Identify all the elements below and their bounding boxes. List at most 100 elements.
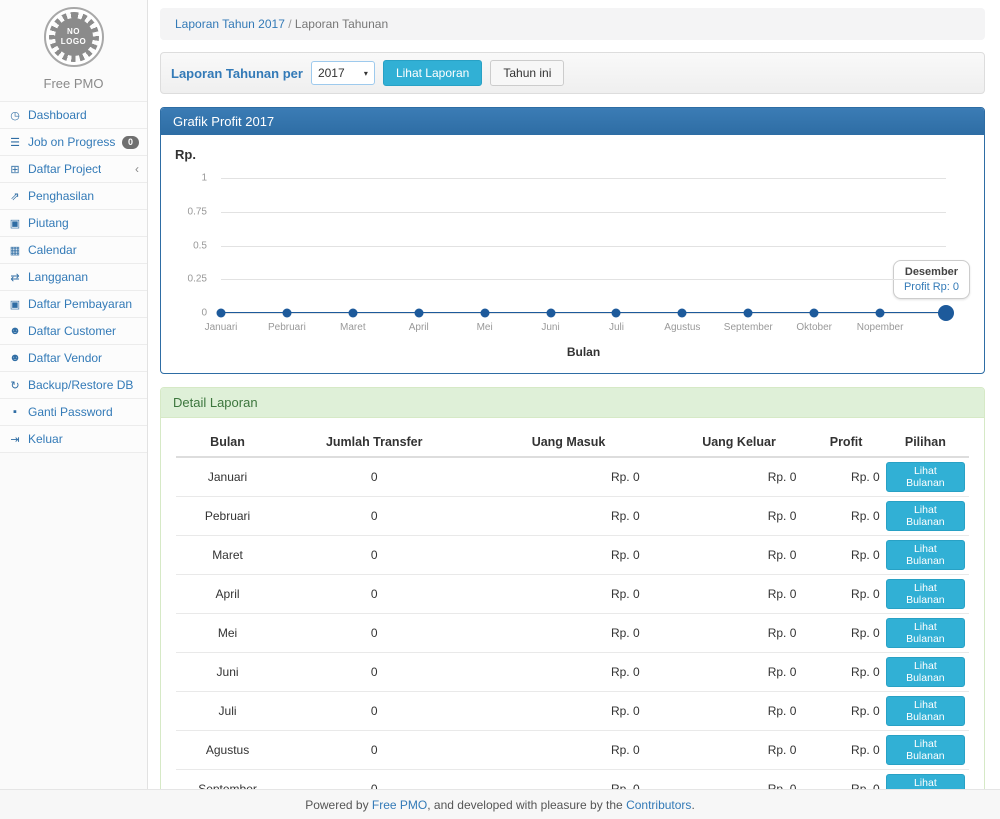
cell-bulan: Agustus — [176, 731, 279, 770]
cell-masuk: Rp. 0 — [469, 692, 667, 731]
sidebar-item-daftar-project[interactable]: ⊞Daftar Project‹ — [0, 155, 147, 182]
profit-chart: Rp. Desember Profit Rp: 0 10.750.50.250 … — [161, 135, 984, 373]
cell-pilihan: Lihat Bulanan — [882, 614, 969, 653]
header-masuk: Uang Masuk — [469, 428, 667, 457]
cell-transfer: 0 — [279, 653, 469, 692]
footer-text-after: . — [691, 798, 694, 812]
data-point-april[interactable] — [414, 309, 423, 318]
lihat-laporan-button[interactable]: Lihat Laporan — [383, 60, 482, 86]
sidebar-item-calendar[interactable]: ▦Calendar — [0, 236, 147, 263]
cell-masuk: Rp. 0 — [469, 575, 667, 614]
sidebar-item-label: Penghasilan — [28, 189, 94, 203]
breadcrumb: Laporan Tahun 2017 / Laporan Tahunan — [160, 8, 985, 40]
cell-profit: Rp. 0 — [810, 731, 881, 770]
data-point-maret[interactable] — [348, 309, 357, 318]
cell-profit: Rp. 0 — [810, 770, 881, 790]
lihat-bulanan-button-april[interactable]: Lihat Bulanan — [886, 579, 965, 609]
table-row-juni: Juni0Rp. 0Rp. 0Rp. 0Lihat Bulanan — [176, 653, 969, 692]
lihat-bulanan-button-agustus[interactable]: Lihat Bulanan — [886, 735, 965, 765]
gridline — [221, 178, 946, 179]
data-point-juli[interactable] — [612, 309, 621, 318]
sidebar-item-piutang[interactable]: ▣Piutang — [0, 209, 147, 236]
cell-masuk: Rp. 0 — [469, 536, 667, 575]
lihat-bulanan-button-juni[interactable]: Lihat Bulanan — [886, 657, 965, 687]
header-transfer: Jumlah Transfer — [279, 428, 469, 457]
data-point-oktober[interactable] — [810, 309, 819, 318]
sidebar-item-daftar-pembayaran[interactable]: ▣Daftar Pembayaran — [0, 290, 147, 317]
data-point-januari[interactable] — [217, 309, 226, 318]
sidebar-item-daftar-customer[interactable]: ☻Daftar Customer — [0, 317, 147, 344]
lihat-bulanan-button-maret[interactable]: Lihat Bulanan — [886, 540, 965, 570]
detail-panel-title: Detail Laporan — [161, 388, 984, 418]
logo-text-line1: NO — [67, 27, 80, 37]
sidebar-item-langganan[interactable]: ⇄Langganan — [0, 263, 147, 290]
data-point-september[interactable] — [744, 309, 753, 318]
cell-profit: Rp. 0 — [810, 614, 881, 653]
cell-profit: Rp. 0 — [810, 457, 881, 497]
cell-masuk: Rp. 0 — [469, 614, 667, 653]
lihat-bulanan-button-juli[interactable]: Lihat Bulanan — [886, 696, 965, 726]
lihat-bulanan-button-mei[interactable]: Lihat Bulanan — [886, 618, 965, 648]
data-point-mei[interactable] — [480, 309, 489, 318]
sidebar-item-keluar[interactable]: ⇥Keluar — [0, 425, 147, 453]
gridline — [221, 279, 946, 280]
cell-bulan: Juli — [176, 692, 279, 731]
cell-transfer: 0 — [279, 536, 469, 575]
data-point-pebruari[interactable] — [282, 309, 291, 318]
line-chart-icon: ⇗ — [8, 190, 22, 203]
breadcrumb-link-laporan-tahun[interactable]: Laporan Tahun 2017 — [175, 17, 285, 31]
chart-panel-title: Grafik Profit 2017 — [161, 108, 984, 135]
no-logo-gear-icon: NO LOGO — [49, 12, 99, 62]
cell-bulan: September — [176, 770, 279, 790]
lihat-bulanan-button-september[interactable]: Lihat Bulanan — [886, 774, 965, 789]
lihat-bulanan-button-januari[interactable]: Lihat Bulanan — [886, 462, 965, 492]
money-icon: ▣ — [8, 217, 22, 230]
sidebar-item-label: Keluar — [28, 432, 63, 446]
dashboard-icon: ◷ — [8, 109, 22, 122]
contributors-link[interactable]: Contributors — [626, 798, 691, 812]
sidebar: NO LOGO Free PMO ◷Dashboard☰Job on Progr… — [0, 0, 148, 789]
table-body: Januari0Rp. 0Rp. 0Rp. 0Lihat BulananPebr… — [176, 457, 969, 789]
lihat-bulanan-button-pebruari[interactable]: Lihat Bulanan — [886, 501, 965, 531]
year-select[interactable]: 2017 ▾ — [311, 61, 375, 85]
y-tick-label: 0 — [201, 308, 207, 319]
cell-bulan: April — [176, 575, 279, 614]
cell-pilihan: Lihat Bulanan — [882, 770, 969, 790]
x-tick-label: Maret — [340, 322, 366, 333]
data-point-desember[interactable] — [938, 305, 954, 321]
cell-pilihan: Lihat Bulanan — [882, 731, 969, 770]
tooltip-value: Profit Rp: 0 — [904, 281, 959, 293]
cell-masuk: Rp. 0 — [469, 770, 667, 790]
x-axis-labels: JanuariPebruariMaretAprilMeiJuniJuliAgus… — [221, 322, 946, 336]
logo-area: NO LOGO Free PMO — [0, 0, 147, 101]
cell-transfer: 0 — [279, 497, 469, 536]
sidebar-item-job-on-progress[interactable]: ☰Job on Progress0 — [0, 128, 147, 155]
sidebar-item-daftar-vendor[interactable]: ☻Daftar Vendor — [0, 344, 147, 371]
sidebar-nav: ◷Dashboard☰Job on Progress0⊞Daftar Proje… — [0, 101, 147, 453]
y-tick-label: 0.5 — [193, 240, 207, 251]
x-tick-label: Agustus — [664, 322, 700, 333]
gridline — [221, 313, 946, 314]
cell-masuk: Rp. 0 — [469, 731, 667, 770]
cell-transfer: 0 — [279, 770, 469, 790]
x-tick-label: Januari — [205, 322, 238, 333]
table-icon: ⊞ — [8, 163, 22, 176]
sidebar-item-backup-restore-db[interactable]: ↻Backup/Restore DB — [0, 371, 147, 398]
y-tick-label: 0.25 — [188, 274, 207, 285]
data-point-juni[interactable] — [546, 309, 555, 318]
sidebar-item-dashboard[interactable]: ◷Dashboard — [0, 101, 147, 128]
tahun-ini-button[interactable]: Tahun ini — [490, 60, 564, 86]
free-pmo-link[interactable]: Free PMO — [372, 798, 427, 812]
sidebar-item-label: Job on Progress — [28, 135, 115, 149]
sidebar-item-ganti-password[interactable]: ▪Ganti Password — [0, 398, 147, 425]
table-row-juli: Juli0Rp. 0Rp. 0Rp. 0Lihat Bulanan — [176, 692, 969, 731]
sidebar-item-label: Langganan — [28, 270, 88, 284]
data-point-agustus[interactable] — [678, 309, 687, 318]
lock-icon: ▪ — [8, 406, 22, 418]
data-point-nopember[interactable] — [876, 309, 885, 318]
cell-pilihan: Lihat Bulanan — [882, 536, 969, 575]
sidebar-item-penghasilan[interactable]: ⇗ Penghasilan — [0, 182, 147, 209]
table-row-agustus: Agustus0Rp. 0Rp. 0Rp. 0Lihat Bulanan — [176, 731, 969, 770]
y-tick-label: 1 — [201, 173, 207, 184]
header-keluar: Uang Keluar — [668, 428, 811, 457]
